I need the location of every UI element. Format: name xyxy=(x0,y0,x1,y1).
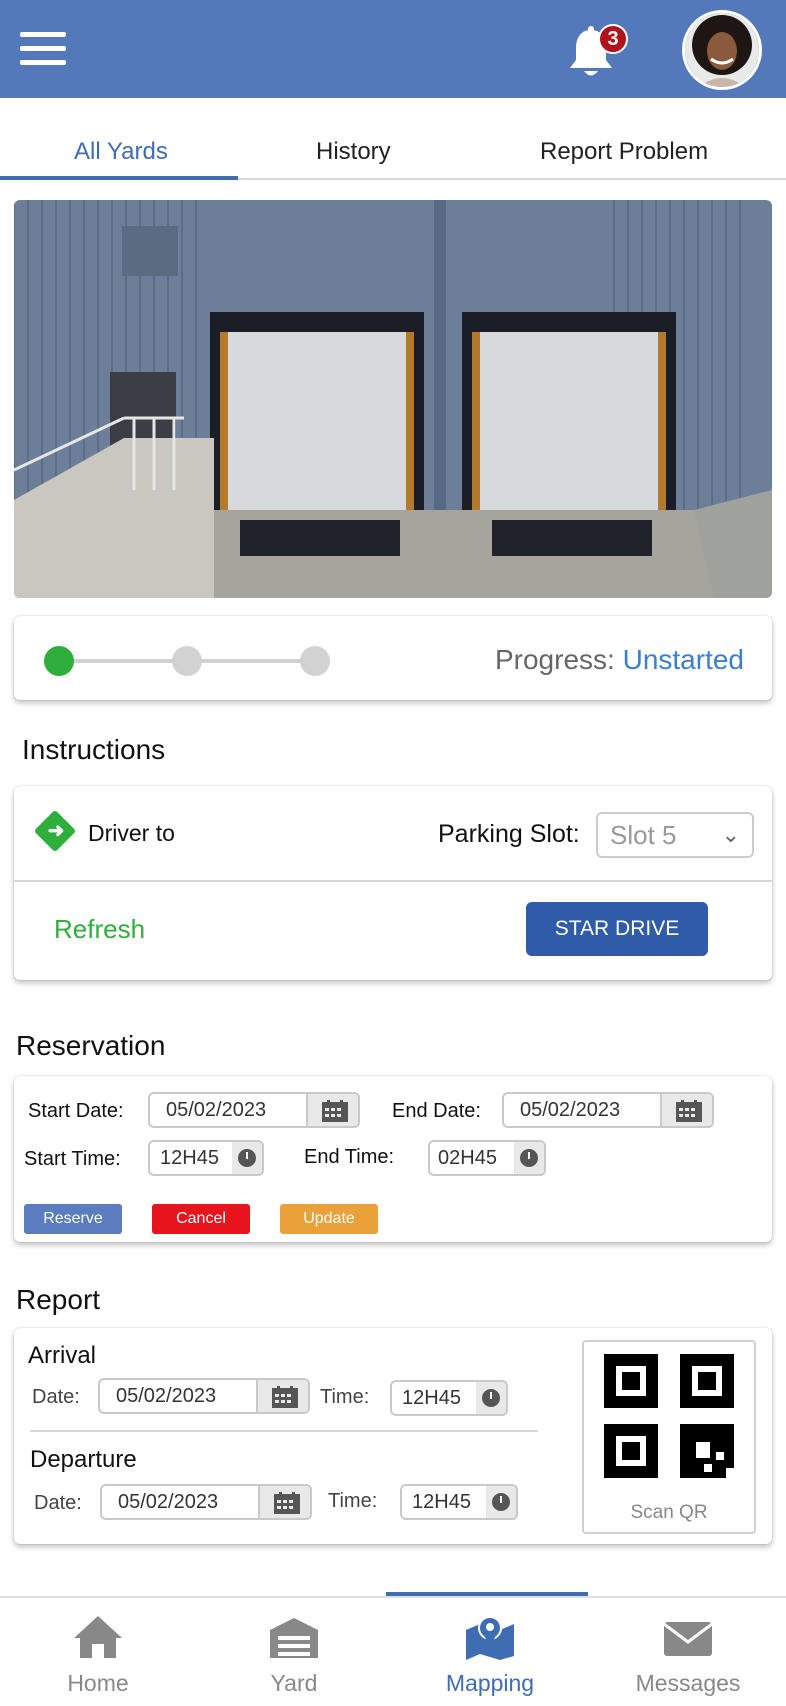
start-drive-button[interactable]: STAR DRIVE xyxy=(526,902,708,956)
departure-date-value: 05/02/2023 xyxy=(118,1491,219,1513)
departure-time-label: Time: xyxy=(328,1490,378,1512)
nav-mapping-label: Mapping xyxy=(445,1670,535,1696)
progress-text: Progress: Unstarted xyxy=(495,644,744,676)
progress-label: Progress: xyxy=(494,644,615,675)
start-time-field[interactable]: 12H45 xyxy=(148,1140,264,1176)
start-date-value: 05/02/2023 xyxy=(166,1099,267,1121)
tab-history[interactable]: History xyxy=(316,138,391,166)
divider xyxy=(14,880,772,882)
departure-time-value: 12H45 xyxy=(412,1491,471,1513)
arrival-title: Arrival xyxy=(28,1342,97,1369)
departure-date-field[interactable]: 05/02/2023 xyxy=(100,1484,312,1520)
turn-right-arrow-icon: ➜ xyxy=(47,820,65,842)
start-time-label: Start Time: xyxy=(24,1148,121,1170)
progress-card: Progress: Unstarted xyxy=(14,616,772,700)
clock-icon[interactable] xyxy=(232,1142,262,1174)
nav-yard-label: Yard xyxy=(270,1670,318,1696)
nav-mapping[interactable]: Mapping xyxy=(392,1598,588,1706)
arrival-date-label: Date: xyxy=(32,1386,80,1408)
parking-slot-label: Parking Slot: xyxy=(438,820,580,848)
cancel-button[interactable]: Cancel xyxy=(152,1204,250,1234)
start-date-label: Start Date: xyxy=(28,1100,124,1122)
nav-yard[interactable]: Yard xyxy=(196,1598,392,1706)
nav-messages[interactable]: Messages xyxy=(590,1598,786,1706)
active-tab-indicator xyxy=(0,176,238,180)
departure-time-field[interactable]: 12H45 xyxy=(400,1484,518,1520)
clock-icon[interactable] xyxy=(476,1382,506,1414)
report-title: Report xyxy=(16,1284,101,1315)
end-time-value: 02H45 xyxy=(438,1147,497,1169)
scan-qr-label: Scan QR xyxy=(630,1502,708,1523)
top-app-bar: 3 xyxy=(0,0,786,98)
start-time-value: 12H45 xyxy=(160,1147,219,1169)
departure-date-label: Date: xyxy=(34,1492,82,1514)
start-date-field[interactable]: 05/02/2023 xyxy=(148,1092,360,1128)
arrival-time-value: 12H45 xyxy=(402,1387,461,1409)
tab-report-problem[interactable]: Report Problem xyxy=(540,138,708,166)
calendar-icon[interactable] xyxy=(256,1380,308,1412)
driver-to-label: Driver to xyxy=(88,820,175,846)
refresh-button[interactable]: Refresh xyxy=(54,914,145,945)
calendar-icon[interactable] xyxy=(306,1094,358,1126)
user-avatar[interactable] xyxy=(682,10,762,90)
tab-bar: All Yards History Report Problem xyxy=(0,98,786,180)
progress-step-3 xyxy=(300,646,330,676)
end-date-value: 05/02/2023 xyxy=(520,1099,621,1121)
arrival-time-field[interactable]: 12H45 xyxy=(390,1380,508,1416)
map-pin-icon xyxy=(466,1616,514,1660)
update-button[interactable]: Update xyxy=(280,1204,378,1234)
report-card: Arrival Date: 05/02/2023 Time: 12H45 Dep… xyxy=(14,1328,772,1544)
notification-badge: 3 xyxy=(598,24,628,54)
end-time-label: End Time: xyxy=(304,1146,395,1168)
divider xyxy=(30,1430,538,1432)
nav-messages-label: Messages xyxy=(635,1670,741,1696)
end-date-field[interactable]: 05/02/2023 xyxy=(502,1092,714,1128)
instructions-card: ➜ Driver to Parking Slot: Slot 5 ⌄ Refre… xyxy=(14,786,772,980)
instructions-title: Instructions xyxy=(22,734,166,765)
end-date-label: End Date: xyxy=(392,1100,481,1122)
parking-slot-select[interactable]: Slot 5 ⌄ xyxy=(596,812,754,858)
calendar-icon[interactable] xyxy=(258,1486,310,1518)
end-time-field[interactable]: 02H45 xyxy=(428,1140,546,1176)
arrival-time-label: Time: xyxy=(320,1386,370,1408)
bottom-navigation: Home Yard Mapping Messages xyxy=(0,1596,786,1704)
progress-step-2 xyxy=(172,646,202,676)
tab-all-yards[interactable]: All Yards xyxy=(74,138,168,166)
warehouse-icon xyxy=(270,1618,318,1658)
yard-photo xyxy=(14,200,772,598)
calendar-icon[interactable] xyxy=(660,1094,712,1126)
chevron-down-icon: ⌄ xyxy=(721,822,740,847)
departure-title: Departure xyxy=(30,1446,137,1473)
nav-home-label: Home xyxy=(67,1670,129,1696)
arrival-date-value: 05/02/2023 xyxy=(116,1385,217,1407)
reservation-title: Reservation xyxy=(16,1030,166,1061)
progress-step-1 xyxy=(44,646,74,676)
envelope-icon xyxy=(663,1622,713,1656)
clock-icon[interactable] xyxy=(486,1486,516,1518)
arrival-date-field[interactable]: 05/02/2023 xyxy=(98,1378,310,1414)
clock-icon[interactable] xyxy=(514,1142,544,1174)
scan-qr-button[interactable]: Scan QR xyxy=(582,1340,756,1534)
reserve-button[interactable]: Reserve xyxy=(24,1204,122,1234)
reservation-card: Start Date: 05/02/2023 End Date: 05/02/2… xyxy=(14,1076,772,1242)
parking-slot-value: Slot 5 xyxy=(610,820,677,850)
nav-home[interactable]: Home xyxy=(0,1598,196,1706)
hamburger-menu-icon[interactable] xyxy=(20,32,66,68)
progress-status: Unstarted xyxy=(622,644,744,675)
home-icon xyxy=(74,1616,122,1658)
qr-code-icon xyxy=(604,1354,734,1478)
